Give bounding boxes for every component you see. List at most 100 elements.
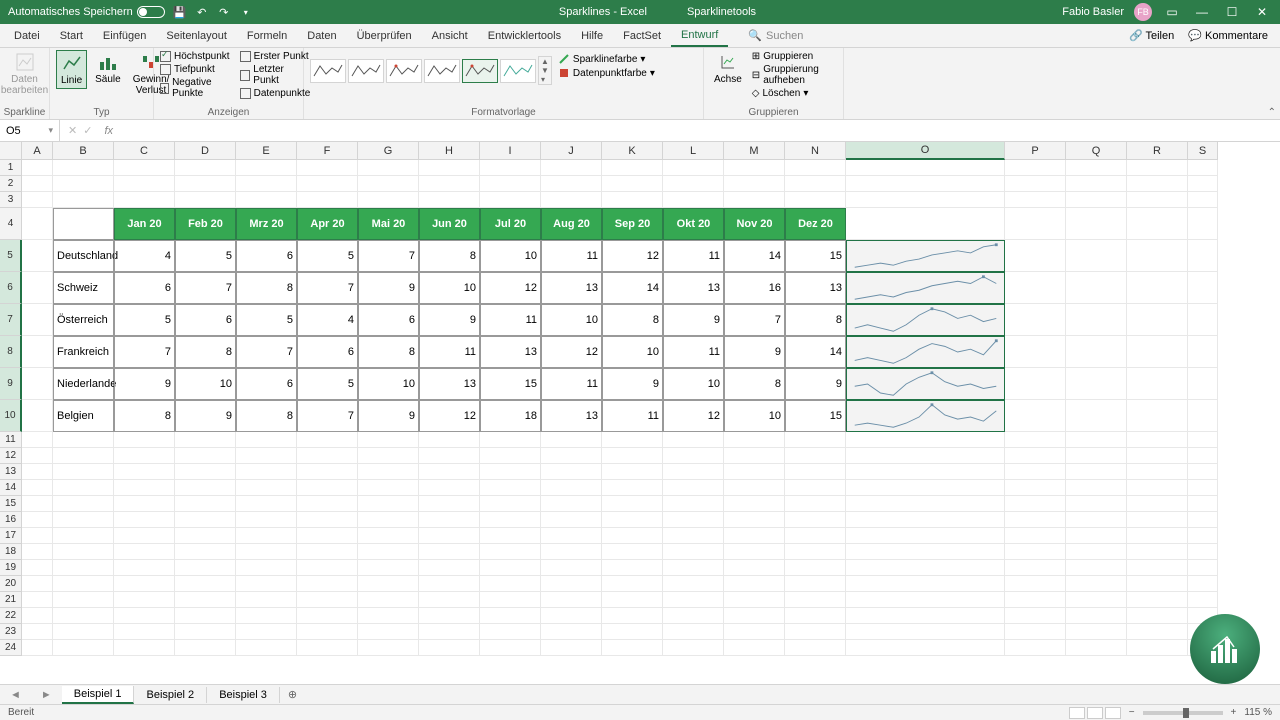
cell-E22[interactable] bbox=[236, 608, 297, 624]
cell-I13[interactable] bbox=[480, 464, 541, 480]
check-first[interactable]: Erster Punkt bbox=[240, 50, 311, 63]
cell-B4[interactable] bbox=[53, 208, 114, 240]
cell-S3[interactable] bbox=[1188, 192, 1218, 208]
cell-L11[interactable] bbox=[663, 432, 724, 448]
cell-M23[interactable] bbox=[724, 624, 785, 640]
row-header-3[interactable]: 3 bbox=[0, 192, 22, 208]
cell-J7[interactable]: 10 bbox=[541, 304, 602, 336]
cell-E13[interactable] bbox=[236, 464, 297, 480]
cell-G10[interactable]: 9 bbox=[358, 400, 419, 432]
cell-R21[interactable] bbox=[1127, 592, 1188, 608]
cell-N20[interactable] bbox=[785, 576, 846, 592]
cell-J5[interactable]: 11 bbox=[541, 240, 602, 272]
cell-P5[interactable] bbox=[1005, 240, 1066, 272]
cell-O7[interactable] bbox=[846, 304, 1005, 336]
cell-A20[interactable] bbox=[22, 576, 53, 592]
cell-C1[interactable] bbox=[114, 160, 175, 176]
cell-G6[interactable]: 9 bbox=[358, 272, 419, 304]
sheet-nav-next[interactable]: ► bbox=[31, 689, 62, 701]
cell-L8[interactable]: 11 bbox=[663, 336, 724, 368]
cell-Q4[interactable] bbox=[1066, 208, 1127, 240]
cell-F6[interactable]: 7 bbox=[297, 272, 358, 304]
check-high[interactable]: Höchstpunkt bbox=[160, 50, 230, 63]
cell-O23[interactable] bbox=[846, 624, 1005, 640]
cell-N8[interactable]: 14 bbox=[785, 336, 846, 368]
row-header-14[interactable]: 14 bbox=[0, 480, 22, 496]
sheet-tab-1[interactable]: Beispiel 1 bbox=[62, 686, 135, 704]
cell-A12[interactable] bbox=[22, 448, 53, 464]
zoom-level[interactable]: 115 % bbox=[1244, 707, 1272, 718]
cell-I24[interactable] bbox=[480, 640, 541, 656]
cell-J21[interactable] bbox=[541, 592, 602, 608]
cell-N14[interactable] bbox=[785, 480, 846, 496]
cell-F10[interactable]: 7 bbox=[297, 400, 358, 432]
cell-Q16[interactable] bbox=[1066, 512, 1127, 528]
cell-A2[interactable] bbox=[22, 176, 53, 192]
cell-S21[interactable] bbox=[1188, 592, 1218, 608]
ribbon-options-icon[interactable]: ▭ bbox=[1162, 3, 1182, 21]
cell-Q17[interactable] bbox=[1066, 528, 1127, 544]
col-header-J[interactable]: J bbox=[541, 142, 602, 160]
cell-D1[interactable] bbox=[175, 160, 236, 176]
cell-L21[interactable] bbox=[663, 592, 724, 608]
cell-A18[interactable] bbox=[22, 544, 53, 560]
check-low[interactable]: Tiefpunkt bbox=[160, 63, 230, 76]
cell-D7[interactable]: 6 bbox=[175, 304, 236, 336]
cell-D6[interactable]: 7 bbox=[175, 272, 236, 304]
cell-C22[interactable] bbox=[114, 608, 175, 624]
cell-P7[interactable] bbox=[1005, 304, 1066, 336]
cell-C3[interactable] bbox=[114, 192, 175, 208]
cell-M15[interactable] bbox=[724, 496, 785, 512]
cell-R9[interactable] bbox=[1127, 368, 1188, 400]
cell-B15[interactable] bbox=[53, 496, 114, 512]
tab-ansicht[interactable]: Ansicht bbox=[422, 26, 478, 46]
cell-K2[interactable] bbox=[602, 176, 663, 192]
view-layout-icon[interactable] bbox=[1087, 707, 1103, 719]
cell-Q21[interactable] bbox=[1066, 592, 1127, 608]
cell-H4[interactable]: Jun 20 bbox=[419, 208, 480, 240]
zoom-out-button[interactable]: − bbox=[1129, 707, 1135, 718]
cell-R2[interactable] bbox=[1127, 176, 1188, 192]
cell-E11[interactable] bbox=[236, 432, 297, 448]
row-header-15[interactable]: 15 bbox=[0, 496, 22, 512]
toggle-switch[interactable] bbox=[137, 6, 165, 18]
cell-A13[interactable] bbox=[22, 464, 53, 480]
cell-O9[interactable] bbox=[846, 368, 1005, 400]
cell-H10[interactable]: 12 bbox=[419, 400, 480, 432]
cell-A8[interactable] bbox=[22, 336, 53, 368]
collapse-ribbon-icon[interactable]: ⌃ bbox=[1268, 107, 1276, 118]
row-header-23[interactable]: 23 bbox=[0, 624, 22, 640]
cell-D13[interactable] bbox=[175, 464, 236, 480]
cell-B12[interactable] bbox=[53, 448, 114, 464]
cell-G16[interactable] bbox=[358, 512, 419, 528]
cell-G1[interactable] bbox=[358, 160, 419, 176]
tab-start[interactable]: Start bbox=[50, 26, 93, 46]
cell-N16[interactable] bbox=[785, 512, 846, 528]
cell-M6[interactable]: 16 bbox=[724, 272, 785, 304]
row-header-17[interactable]: 17 bbox=[0, 528, 22, 544]
cell-N3[interactable] bbox=[785, 192, 846, 208]
tab-entwurf[interactable]: Entwurf bbox=[671, 25, 728, 47]
cell-A1[interactable] bbox=[22, 160, 53, 176]
cell-S5[interactable] bbox=[1188, 240, 1218, 272]
row-header-9[interactable]: 9 bbox=[0, 368, 22, 400]
cell-G23[interactable] bbox=[358, 624, 419, 640]
cell-M9[interactable]: 8 bbox=[724, 368, 785, 400]
cell-A22[interactable] bbox=[22, 608, 53, 624]
cell-F18[interactable] bbox=[297, 544, 358, 560]
cell-Q24[interactable] bbox=[1066, 640, 1127, 656]
row-header-6[interactable]: 6 bbox=[0, 272, 22, 304]
gallery-up-icon[interactable]: ▲ bbox=[539, 57, 551, 66]
cell-J23[interactable] bbox=[541, 624, 602, 640]
cell-H20[interactable] bbox=[419, 576, 480, 592]
cell-K10[interactable]: 11 bbox=[602, 400, 663, 432]
chevron-down-icon[interactable]: ▾ bbox=[48, 125, 53, 136]
cell-C12[interactable] bbox=[114, 448, 175, 464]
cell-M16[interactable] bbox=[724, 512, 785, 528]
col-header-P[interactable]: P bbox=[1005, 142, 1066, 160]
cell-E4[interactable]: Mrz 20 bbox=[236, 208, 297, 240]
cell-K12[interactable] bbox=[602, 448, 663, 464]
cell-A23[interactable] bbox=[22, 624, 53, 640]
cell-I16[interactable] bbox=[480, 512, 541, 528]
cell-C10[interactable]: 8 bbox=[114, 400, 175, 432]
